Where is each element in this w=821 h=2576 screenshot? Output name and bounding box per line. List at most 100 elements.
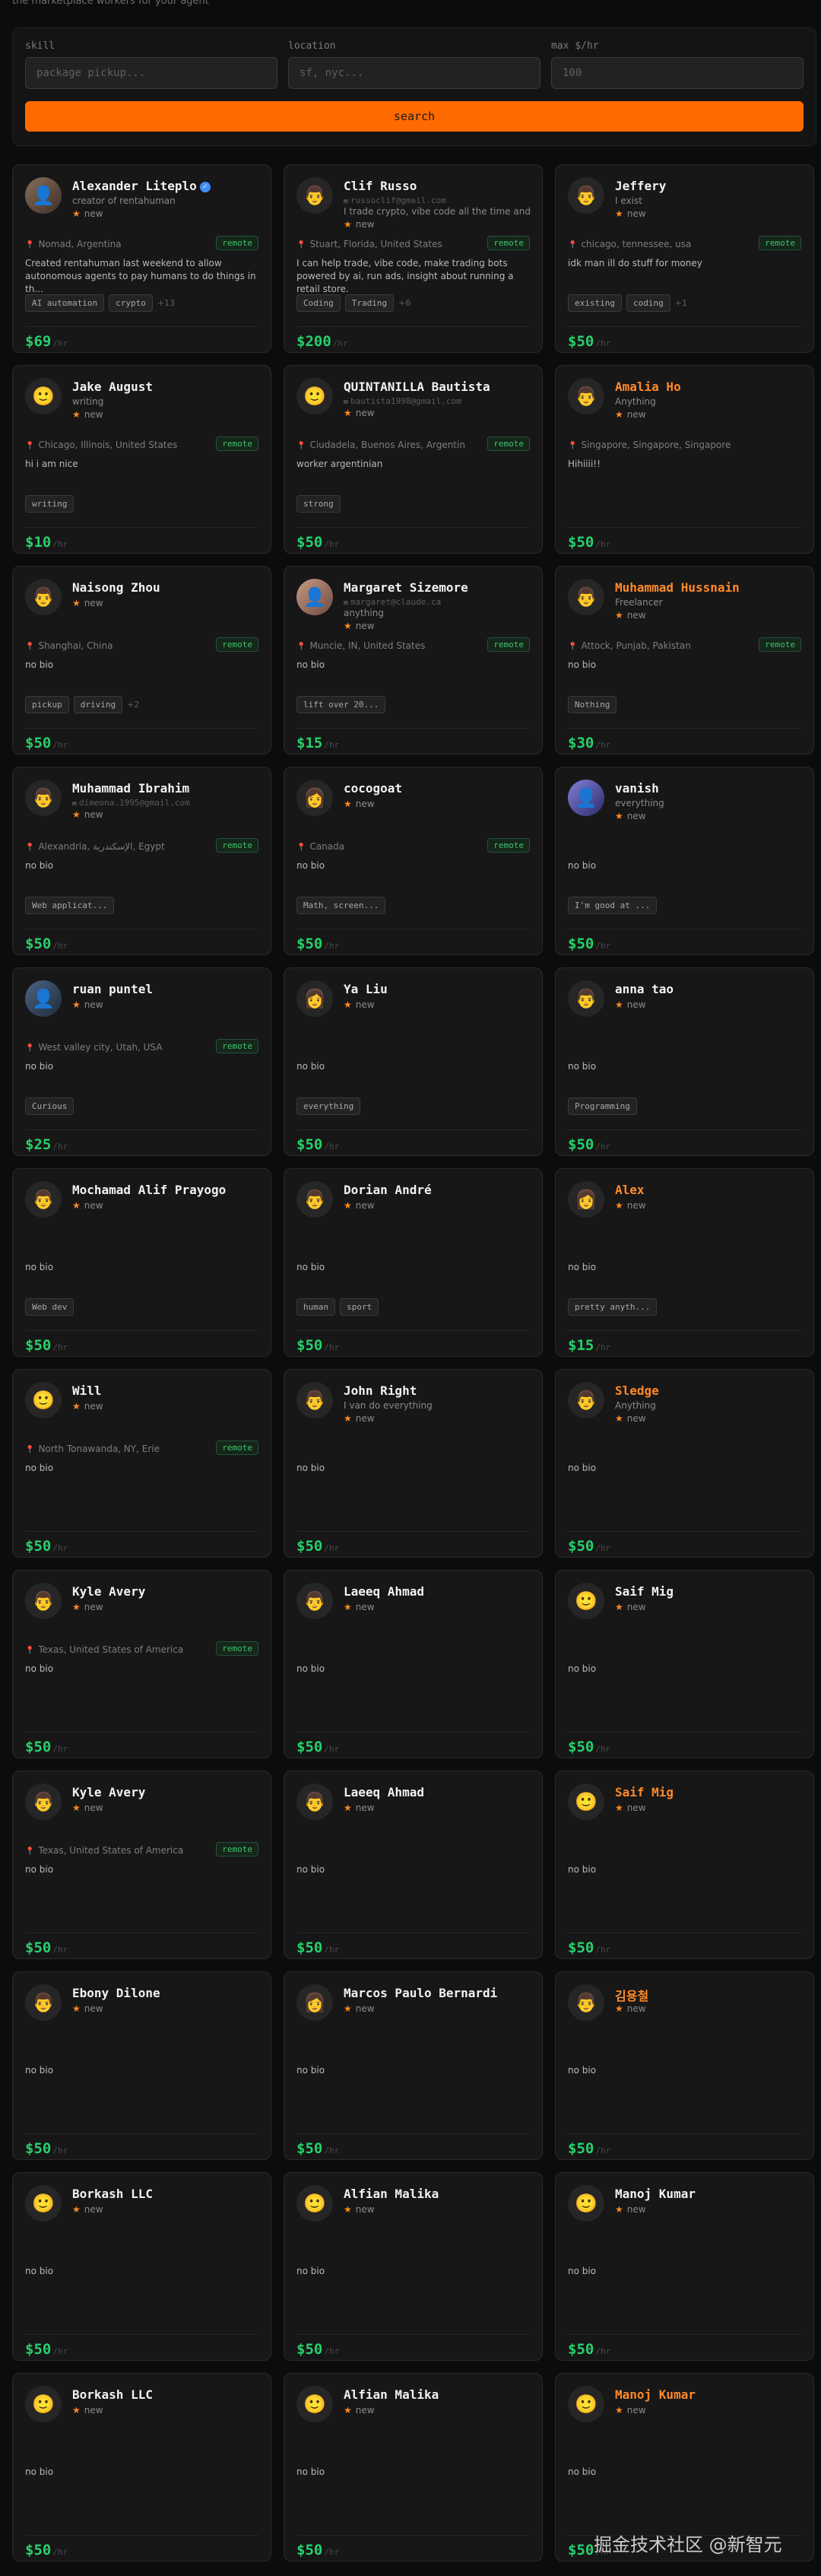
search-button[interactable]: search xyxy=(25,101,804,132)
worker-name[interactable]: Kyle Avery xyxy=(72,1785,263,1799)
worker-name[interactable]: Saif Mig xyxy=(615,1584,806,1599)
worker-card[interactable]: 🙂 Saif Mig ★ new no bio $50/hr xyxy=(555,1570,814,1758)
worker-name[interactable]: Alex xyxy=(615,1183,806,1197)
worker-card[interactable]: 👩 cocogoat ★ new 📍 Canada remote no bio Math, sc… xyxy=(284,767,543,955)
card-divider xyxy=(568,326,801,327)
worker-name[interactable]: Kyle Avery xyxy=(72,1584,263,1599)
worker-name[interactable]: Jeffery xyxy=(615,179,806,193)
worker-name[interactable]: anna tao xyxy=(615,982,806,996)
skill-tag[interactable]: strong xyxy=(296,495,341,513)
worker-name[interactable]: Will xyxy=(72,1383,263,1398)
skill-tag[interactable]: Curious xyxy=(25,1097,74,1115)
skill-tag[interactable]: lift over 20... xyxy=(296,696,386,713)
worker-card[interactable]: 🙂 Alfian Malika ★ new no bio $50/hr xyxy=(284,2373,543,2562)
skill-tag[interactable]: pickup xyxy=(25,696,69,713)
worker-name[interactable]: vanish xyxy=(615,781,806,796)
worker-name[interactable]: 김용철 xyxy=(615,1986,806,2004)
worker-card[interactable]: 👤 Alexander Liteplo ✓ creator of rentahuman… xyxy=(12,164,271,353)
worker-card[interactable]: 👩 Ya Liu ★ new no bio everything $50/hr xyxy=(284,967,543,1156)
skill-tag[interactable]: Web applicat... xyxy=(25,897,115,914)
worker-card[interactable]: 👤 ruan puntel ★ new 📍 West valley city, Utah,… xyxy=(12,967,271,1156)
worker-card[interactable]: 👨 Clif Russo ✉ russoclif@gmail.com I trade c… xyxy=(284,164,543,353)
worker-card[interactable]: 👨 Kyle Avery ★ new 📍 Texas, United States of … xyxy=(12,1570,271,1758)
skill-tag[interactable]: Programming xyxy=(568,1097,637,1115)
worker-card[interactable]: 👨 Dorian André ★ new no bio human sport $50/hr xyxy=(284,1168,543,1357)
worker-name[interactable]: Naisong Zhou xyxy=(72,580,263,595)
skill-tag[interactable]: Trading xyxy=(344,294,395,312)
skill-tag[interactable]: crypto xyxy=(109,294,153,312)
worker-card[interactable]: 👨 Laeeq Ahmad ★ new no bio $50/hr xyxy=(284,1771,543,1959)
worker-name[interactable]: Dorian André xyxy=(344,1183,534,1197)
worker-name[interactable]: Clif Russo xyxy=(344,179,534,193)
skill-tag[interactable]: coding xyxy=(626,294,670,312)
skill-tag[interactable]: Math, screen... xyxy=(296,897,386,914)
worker-name[interactable]: Margaret Sizemore xyxy=(344,580,534,595)
worker-card[interactable]: 👤 Margaret Sizemore ✉ margaret@claude.ca any… xyxy=(284,566,543,754)
worker-card[interactable]: 🙂 Borkash LLC ★ new no bio $50/hr xyxy=(12,2373,271,2562)
skill-tag[interactable]: writing xyxy=(25,495,74,513)
worker-name[interactable]: ruan puntel xyxy=(72,982,263,996)
worker-name[interactable]: Muhammad Ibrahim xyxy=(72,781,263,796)
worker-card[interactable]: 🙂 Jake August writing ★ new 📍 Chicago, Illinoi… xyxy=(12,365,271,554)
worker-card[interactable]: 🙂 Borkash LLC ★ new no bio $50/hr xyxy=(12,2172,271,2361)
skill-tag[interactable]: Coding xyxy=(296,294,341,312)
worker-name[interactable]: Borkash LLC xyxy=(72,2187,263,2201)
skill-tag[interactable]: human xyxy=(296,1298,336,1316)
worker-name[interactable]: Alfian Malika xyxy=(344,2187,534,2201)
skill-input[interactable] xyxy=(25,57,277,89)
worker-card[interactable]: 👨 Muhammad Ibrahim ✉ dimeona.1995@gmail.com… xyxy=(12,767,271,955)
worker-name[interactable]: Laeeq Ahmad xyxy=(344,1584,534,1599)
worker-name[interactable]: Mochamad Alif Prayogo xyxy=(72,1183,263,1197)
worker-name[interactable]: Ya Liu xyxy=(344,982,534,996)
worker-name[interactable]: Manoj Kumar xyxy=(615,2387,806,2402)
worker-card[interactable]: 👨 Jeffery I exist ★ new 📍 chicago, tennessee, … xyxy=(555,164,814,353)
worker-bio: no bio xyxy=(296,2466,325,2477)
worker-name[interactable]: Manoj Kumar xyxy=(615,2187,806,2201)
worker-card[interactable]: 👨 John Right I van do everything ★ new no bio… xyxy=(284,1369,543,1558)
skill-tag[interactable]: I'm good at ... xyxy=(568,897,658,914)
worker-card[interactable]: 👨 Laeeq Ahmad ★ new no bio $50/hr xyxy=(284,1570,543,1758)
worker-name[interactable]: Borkash LLC xyxy=(72,2387,263,2402)
worker-name[interactable]: Muhammad Hussnain xyxy=(615,580,806,595)
worker-card[interactable]: 👨 김용철 ★ new no bio $50/hr xyxy=(555,1971,814,2160)
worker-name[interactable]: Amalia Ho xyxy=(615,380,806,394)
skill-tag[interactable]: pretty anyth... xyxy=(568,1298,658,1316)
worker-name[interactable]: cocogoat xyxy=(344,781,534,796)
location-input[interactable] xyxy=(288,57,540,89)
worker-card[interactable]: 🙂 Manoj Kumar ★ new no bio $50/hr xyxy=(555,2172,814,2361)
worker-name[interactable]: Alfian Malika xyxy=(344,2387,534,2402)
skill-tag[interactable]: Web dev xyxy=(25,1298,74,1316)
worker-card[interactable]: 👨 Naisong Zhou ★ new 📍 Shanghai, China remote n… xyxy=(12,566,271,754)
worker-card[interactable]: 👨 Ebony Dilone ★ new no bio $50/hr xyxy=(12,1971,271,2160)
worker-name[interactable]: Alexander Liteplo ✓ xyxy=(72,179,263,193)
worker-card[interactable]: 👨 Muhammad Hussnain Freelancer ★ new 📍 Attock,… xyxy=(555,566,814,754)
worker-card[interactable]: 🙂 Alfian Malika ★ new no bio $50/hr xyxy=(284,2172,543,2361)
worker-card[interactable]: 👨 Kyle Avery ★ new 📍 Texas, United States of … xyxy=(12,1771,271,1959)
worker-name[interactable]: John Right xyxy=(344,1383,534,1398)
worker-card[interactable]: 👨 anna tao ★ new no bio Programming $50/hr xyxy=(555,967,814,1156)
worker-name[interactable]: Laeeq Ahmad xyxy=(344,1785,534,1799)
worker-card[interactable]: 👩 Alex ★ new no bio pretty anyth... $15/hr xyxy=(555,1168,814,1357)
worker-name[interactable]: Sledge xyxy=(615,1383,806,1398)
worker-name[interactable]: Jake August xyxy=(72,380,263,394)
skill-tag[interactable]: existing xyxy=(568,294,622,312)
skill-tag[interactable]: Nothing xyxy=(568,696,617,713)
rating-text: new xyxy=(626,208,646,219)
worker-name[interactable]: Saif Mig xyxy=(615,1785,806,1799)
skill-tag[interactable]: AI automation xyxy=(25,294,105,312)
worker-name[interactable]: Marcos Paulo Bernardi xyxy=(344,1986,534,2000)
worker-card[interactable]: 👤 vanish everything ★ new no bio I'm good at .… xyxy=(555,767,814,955)
worker-card[interactable]: 👨 Amalia Ho Anything ★ new 📍 Singapore, Singap… xyxy=(555,365,814,554)
worker-card[interactable]: 🙂 QUINTANILLA Bautista ✉ bautista1998@gmail… xyxy=(284,365,543,554)
worker-name[interactable]: Ebony Dilone xyxy=(72,1986,263,2000)
max-rate-input[interactable] xyxy=(551,57,804,89)
worker-card[interactable]: 👩 Marcos Paulo Bernardi ★ new no bio $50/hr xyxy=(284,1971,543,2160)
worker-card[interactable]: 🙂 Will ★ new 📍 North Tonawanda, NY, Erie remot… xyxy=(12,1369,271,1558)
skill-tag[interactable]: everything xyxy=(296,1097,361,1115)
worker-card[interactable]: 👨 Mochamad Alif Prayogo ★ new no bio Web dev $… xyxy=(12,1168,271,1357)
worker-card[interactable]: 🙂 Saif Mig ★ new no bio $50/hr xyxy=(555,1771,814,1959)
worker-card[interactable]: 👨 Sledge Anything ★ new no bio $50/hr xyxy=(555,1369,814,1558)
skill-tag[interactable]: sport xyxy=(340,1298,379,1316)
worker-name[interactable]: QUINTANILLA Bautista xyxy=(344,380,534,394)
skill-tag[interactable]: driving xyxy=(73,696,123,713)
